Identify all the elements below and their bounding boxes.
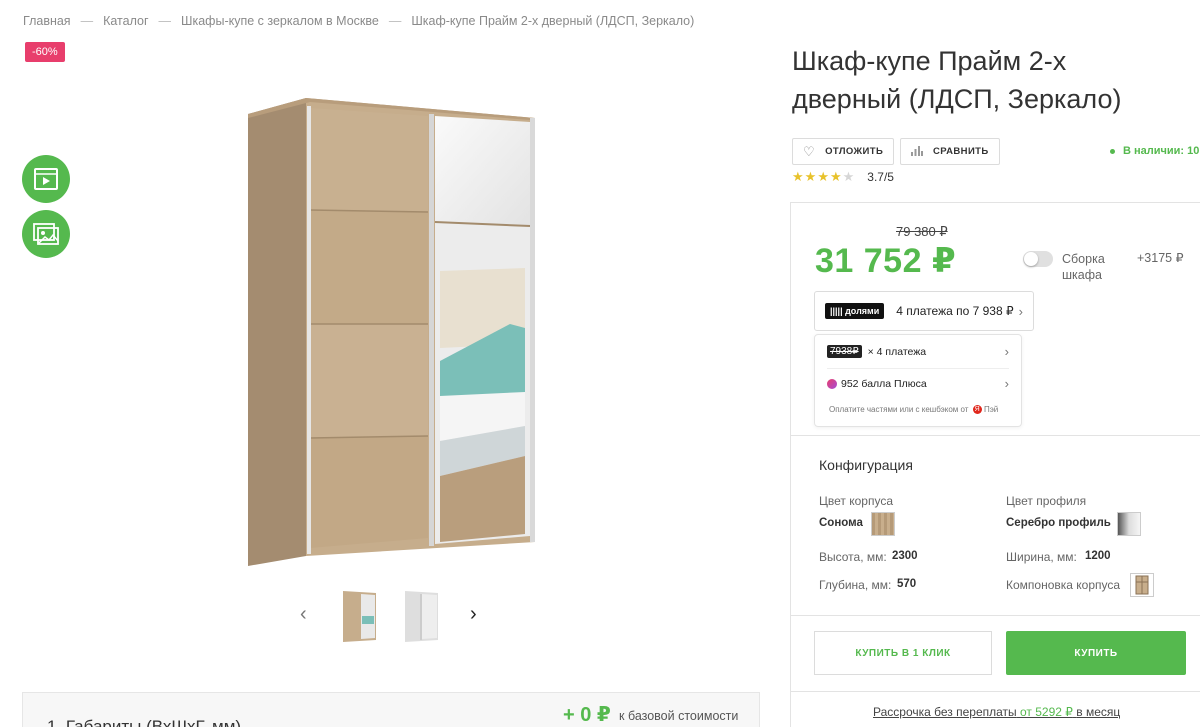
- pay-note: Оплатите частями или с кешбэком от Я Пэй: [829, 405, 999, 415]
- spec-title[interactable]: 1. Габариты (ВхШхГ, мм): [47, 717, 241, 727]
- discount-badge: -60%: [25, 42, 65, 62]
- plus-points-row[interactable]: 952 балла Плюса ›: [827, 376, 1009, 391]
- product-image: [248, 98, 535, 566]
- pay-note-text: Оплатите частями или с кешбэком от: [829, 405, 969, 414]
- depth-value[interactable]: 570: [897, 578, 916, 590]
- stock-dot: [1110, 148, 1115, 154]
- width-label: Ширина, мм:: [1006, 550, 1077, 564]
- rating-stars: ★★★★★: [792, 169, 855, 185]
- spec-price-note: к базовой стоимости: [619, 709, 739, 723]
- layout-label: Компоновка корпуса: [1006, 578, 1121, 592]
- stock-status: В наличии: 10: [1110, 145, 1199, 157]
- width-value[interactable]: 1200: [1085, 550, 1111, 562]
- wishlist-button[interactable]: ♡ ОТЛОЖИТЬ: [792, 138, 895, 165]
- heart-icon: ♡: [803, 143, 816, 159]
- thumbnail-2[interactable]: [402, 588, 442, 642]
- star-icon: ★: [804, 169, 818, 184]
- height-label: Высота, мм:: [819, 550, 887, 564]
- body-color-label: Цвет корпуса: [819, 494, 893, 508]
- panel-divider: [791, 615, 1200, 616]
- profile-color-label: Цвет профиля: [1006, 494, 1087, 508]
- breadcrumb-separator: —: [388, 14, 402, 28]
- breadcrumb-separator: —: [80, 14, 94, 28]
- gallery-button[interactable]: [22, 210, 70, 258]
- current-price: 31 752 ₽: [815, 242, 957, 280]
- breadcrumb-home[interactable]: Главная: [23, 14, 71, 28]
- breadcrumb: Главная — Каталог — Шкафы-купе с зеркало…: [23, 14, 704, 28]
- old-price: 79 380 ₽: [896, 224, 948, 239]
- assembly-label: Сборка шкафа: [1062, 252, 1105, 282]
- profile-color-value: Серебро профиль: [1006, 517, 1111, 529]
- bar-chart-icon: [911, 144, 923, 159]
- dolyami-payment-button[interactable]: ||||| долями 4 платежа по 7 938 ₽ ›: [814, 291, 1034, 331]
- installment-link[interactable]: Рассрочка без переплаты от 5292 ₽ в меся…: [873, 705, 1120, 719]
- dolyami-logo: ||||| долями: [825, 303, 885, 319]
- product-title: Шкаф-купе Прайм 2-х дверный (ЛДСП, Зерка…: [792, 46, 1122, 114]
- stock-label: В наличии: 10: [1123, 145, 1200, 157]
- buy-one-click-button[interactable]: КУПИТЬ В 1 КЛИК: [814, 631, 992, 675]
- assembly-price: +3175 ₽: [1137, 251, 1184, 265]
- body-color-swatch[interactable]: [871, 512, 895, 536]
- wishlist-label: ОТЛОЖИТЬ: [825, 146, 884, 157]
- split-text: × 4 платежа: [867, 345, 927, 358]
- profile-color-swatch[interactable]: [1117, 512, 1141, 536]
- divider: [827, 368, 1009, 369]
- purchase-panel: 79 380 ₽ 31 752 ₽ Сборка шкафа +3175 ₽ |…: [790, 202, 1200, 727]
- chevron-right-icon: ›: [1004, 344, 1009, 359]
- dolyami-text: 4 платежа по 7 938 ₽: [896, 304, 1014, 318]
- split-payment-box: 7938₽ × 4 платежа › 952 балла Плюса › Оп…: [814, 334, 1022, 427]
- depth-label: Глубина, мм:: [819, 578, 892, 592]
- gallery-icon: [33, 223, 59, 245]
- star-icon: ★: [817, 169, 830, 184]
- split-row[interactable]: 7938₽ × 4 платежа ›: [827, 344, 1009, 359]
- video-button[interactable]: [22, 155, 70, 203]
- video-icon: [34, 168, 58, 190]
- thumbnail-1[interactable]: [340, 588, 380, 642]
- buy-button[interactable]: КУПИТЬ: [1006, 631, 1186, 675]
- panel-divider: [791, 691, 1200, 692]
- chevron-right-icon: ›: [1018, 303, 1023, 319]
- height-value[interactable]: 2300: [892, 550, 918, 562]
- star-icon: ★: [829, 169, 843, 184]
- assembly-toggle[interactable]: [1023, 251, 1053, 267]
- panel-divider: [791, 435, 1200, 436]
- star-icon: ★: [792, 169, 805, 184]
- installment-text: Рассрочка без переплаты: [873, 705, 1017, 719]
- toggle-knob: [1024, 252, 1038, 266]
- plus-icon: [827, 378, 837, 389]
- breadcrumb-current: Шкаф-купе Прайм 2-х дверный (ЛДСП, Зерка…: [411, 14, 695, 28]
- installment-suffix: в месяц: [1076, 705, 1121, 719]
- layout-swatch[interactable]: [1130, 573, 1154, 597]
- yandex-pay-icon: Я: [972, 405, 982, 415]
- installment-amount: от 5292 ₽: [1020, 705, 1073, 719]
- config-title: Конфигурация: [819, 457, 913, 473]
- plus-points: 952 балла Плюса: [841, 377, 927, 390]
- wardrobe-layout-icon: [1135, 575, 1149, 595]
- compare-button[interactable]: СРАВНИТЬ: [900, 138, 1000, 165]
- breadcrumb-category[interactable]: Шкафы-купе с зеркалом в Москве: [181, 14, 379, 28]
- breadcrumb-catalog[interactable]: Каталог: [103, 14, 148, 28]
- body-color-value: Сонома: [819, 517, 863, 529]
- thumb-prev-arrow[interactable]: ‹: [300, 604, 307, 624]
- spec-section: 1. Габариты (ВхШхГ, мм) + 0 ₽ к базовой …: [22, 692, 760, 727]
- compare-label: СРАВНИТЬ: [933, 146, 989, 157]
- star-empty-icon: ★: [842, 169, 856, 184]
- split-amount: 7938₽: [827, 345, 862, 358]
- pay-brand: Пэй: [983, 405, 999, 414]
- rating: ★★★★★ 3.7/5: [792, 169, 894, 185]
- thumb-next-arrow[interactable]: ›: [470, 604, 477, 624]
- spec-price-delta: + 0 ₽: [563, 704, 611, 726]
- breadcrumb-separator: —: [158, 14, 172, 28]
- rating-value: 3.7/5: [867, 170, 894, 184]
- chevron-right-icon: ›: [1004, 376, 1009, 391]
